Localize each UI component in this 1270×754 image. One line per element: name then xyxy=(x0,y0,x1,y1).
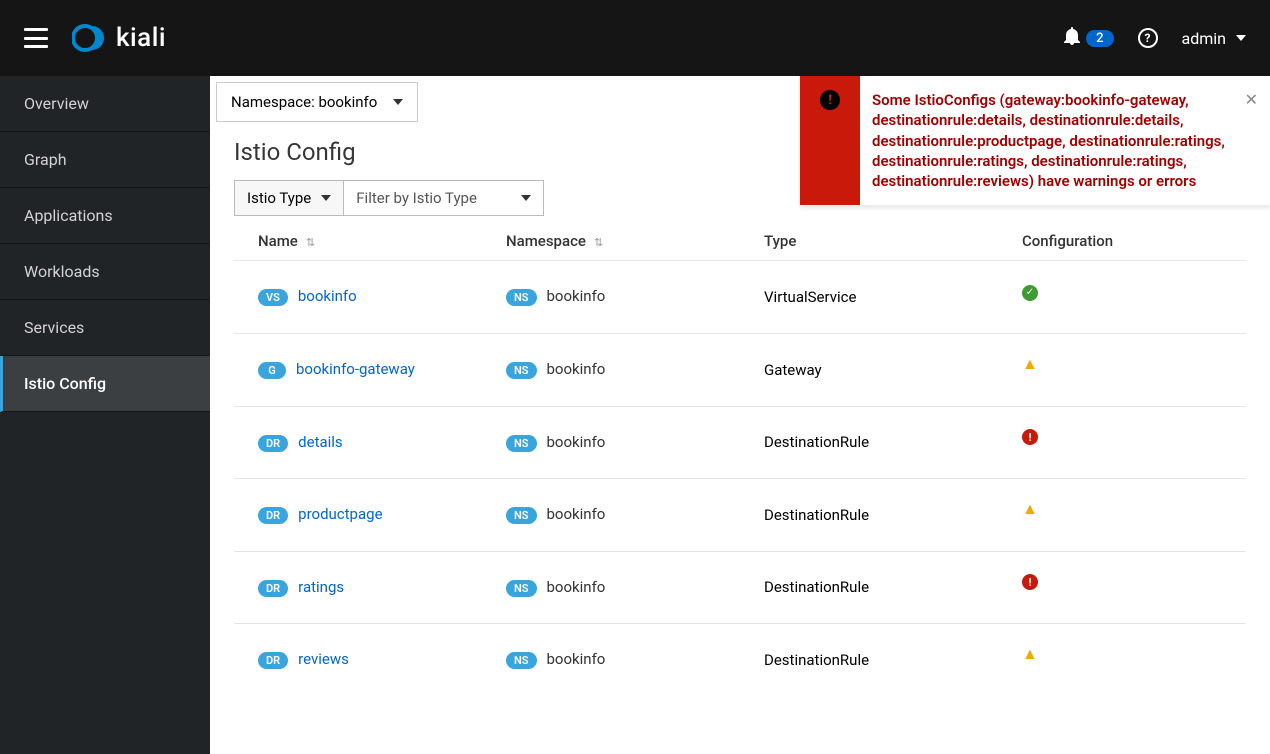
main-content: Namespace: bookinfo Istio Config Istio T… xyxy=(210,76,1270,754)
config-name-link[interactable]: ratings xyxy=(298,578,344,596)
config-name-link[interactable]: bookinfo xyxy=(298,287,357,305)
namespace-badge: NS xyxy=(506,362,537,379)
type-text: DestinationRule xyxy=(764,578,869,596)
top-bar: kiali 2 ? admin xyxy=(0,0,1270,76)
sidebar-item-label: Applications xyxy=(24,206,113,225)
column-header-namespace[interactable]: Namespace⇅ xyxy=(506,232,764,250)
config-name-link[interactable]: reviews xyxy=(298,650,349,668)
chevron-down-icon xyxy=(321,195,331,201)
table-row: DR productpage NS bookinfo DestinationRule ▲ xyxy=(234,478,1246,551)
sidebar: Overview Graph Applications Workloads Servic… xyxy=(0,76,210,754)
type-badge: G xyxy=(258,362,286,379)
istio-type-label: Istio Type xyxy=(247,189,311,207)
filter-by-type-dropdown[interactable]: Filter by Istio Type xyxy=(344,180,544,216)
sidebar-item-overview[interactable]: Overview xyxy=(0,76,210,132)
bell-icon xyxy=(1064,27,1080,49)
namespace-text: bookinfo xyxy=(547,650,606,668)
user-name: admin xyxy=(1182,29,1226,48)
type-text: Gateway xyxy=(764,361,822,379)
table-header: Name⇅ Namespace⇅ Type Configuration xyxy=(234,226,1246,260)
namespace-text: bookinfo xyxy=(547,287,606,305)
type-badge: DR xyxy=(258,652,288,669)
namespace-badge: NS xyxy=(506,652,537,669)
namespace-badge: NS xyxy=(506,507,537,524)
namespace-text: bookinfo xyxy=(547,505,606,523)
question-icon: ? xyxy=(1145,31,1151,45)
brand-logo[interactable]: kiali xyxy=(72,20,166,56)
status-ok-icon: ✓ xyxy=(1022,285,1038,301)
type-badge: DR xyxy=(258,507,288,524)
sidebar-item-workloads[interactable]: Workloads xyxy=(0,244,210,300)
type-text: DestinationRule xyxy=(764,651,869,669)
close-icon: ✕ xyxy=(1245,90,1258,109)
status-warning-icon: ▲ xyxy=(1022,354,1038,373)
chevron-down-icon xyxy=(393,99,403,105)
namespace-badge: NS xyxy=(506,580,537,597)
sidebar-item-applications[interactable]: Applications xyxy=(0,188,210,244)
sort-icon: ⇅ xyxy=(306,236,315,249)
status-warning-icon: ▲ xyxy=(1022,499,1038,518)
namespace-badge: NS xyxy=(506,435,537,452)
chevron-down-icon xyxy=(521,195,531,201)
kiali-logo-icon xyxy=(72,20,108,56)
type-text: DestinationRule xyxy=(764,506,869,524)
namespace-text: bookinfo xyxy=(547,360,606,378)
sort-icon: ⇅ xyxy=(594,236,603,249)
namespace-text: bookinfo xyxy=(547,578,606,596)
sidebar-item-services[interactable]: Services xyxy=(0,300,210,356)
type-text: VirtualService xyxy=(764,288,856,306)
table-row: DR reviews NS bookinfo DestinationRule ▲ xyxy=(234,623,1246,696)
namespace-text: bookinfo xyxy=(547,433,606,451)
user-menu[interactable]: admin xyxy=(1182,29,1246,48)
notification-count-badge: 2 xyxy=(1086,30,1113,47)
notifications-button[interactable]: 2 xyxy=(1064,27,1113,49)
sidebar-item-label: Services xyxy=(24,318,84,337)
sidebar-item-istio-config[interactable]: Istio Config xyxy=(0,356,210,412)
help-button[interactable]: ? xyxy=(1138,28,1158,48)
error-icon: ! xyxy=(820,90,840,110)
config-name-link[interactable]: details xyxy=(298,433,343,451)
table-row: DR details NS bookinfo DestinationRule! xyxy=(234,406,1246,478)
alert-message: Some IstioConfigs (gateway:bookinfo-gate… xyxy=(860,76,1245,205)
chevron-down-icon xyxy=(1236,35,1246,41)
sidebar-item-label: Overview xyxy=(24,94,89,113)
sidebar-item-graph[interactable]: Graph xyxy=(0,132,210,188)
filter-placeholder: Filter by Istio Type xyxy=(356,189,477,207)
column-header-config[interactable]: Configuration xyxy=(1022,232,1222,250)
sidebar-item-label: Graph xyxy=(24,150,67,169)
column-header-type[interactable]: Type xyxy=(764,232,1022,250)
namespace-selector[interactable]: Namespace: bookinfo xyxy=(216,82,418,122)
alert-close-button[interactable]: ✕ xyxy=(1245,76,1270,205)
istio-type-dropdown[interactable]: Istio Type xyxy=(234,180,344,216)
sidebar-item-label: Workloads xyxy=(24,262,100,281)
table-row: DR ratings NS bookinfo DestinationRule! xyxy=(234,551,1246,623)
status-error-icon: ! xyxy=(1022,574,1038,590)
table-row: Gbookinfo-gateway NS bookinfo Gateway ▲ xyxy=(234,333,1246,406)
type-badge: VS xyxy=(258,289,288,306)
config-name-link[interactable]: bookinfo-gateway xyxy=(296,360,415,378)
alert-banner: ! Some IstioConfigs (gateway:bookinfo-ga… xyxy=(800,76,1270,206)
alert-severity-bar: ! xyxy=(800,76,860,205)
type-badge: DR xyxy=(258,435,288,452)
namespace-selector-label: Namespace: bookinfo xyxy=(231,93,377,111)
sidebar-item-label: Istio Config xyxy=(24,374,106,393)
table-row: VS bookinfo NS bookinfo VirtualService ✓ xyxy=(234,260,1246,333)
type-text: DestinationRule xyxy=(764,433,869,451)
status-warning-icon: ▲ xyxy=(1022,644,1038,663)
brand-name: kiali xyxy=(116,23,166,53)
type-badge: DR xyxy=(258,580,288,597)
status-error-icon: ! xyxy=(1022,429,1038,445)
config-name-link[interactable]: productpage xyxy=(298,505,382,523)
column-header-name[interactable]: Name⇅ xyxy=(258,232,506,250)
namespace-badge: NS xyxy=(506,289,537,306)
hamburger-menu-icon[interactable] xyxy=(24,28,48,48)
